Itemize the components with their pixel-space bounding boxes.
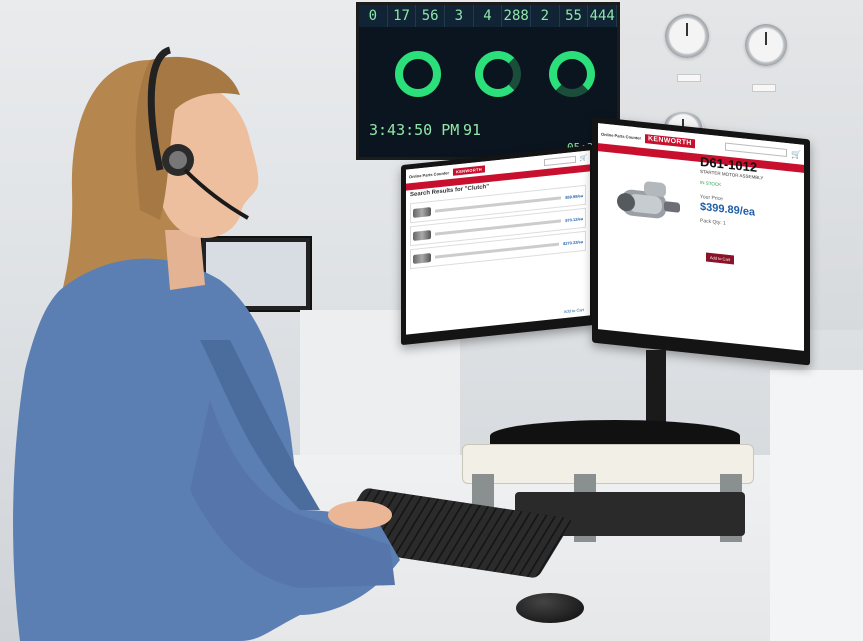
customer-service-agent xyxy=(13,46,401,641)
stock-status: IN STOCK xyxy=(700,179,722,188)
computer-mouse xyxy=(516,593,584,623)
add-to-cart-button[interactable]: Add to Cart xyxy=(564,307,584,314)
brand-logo: KENWORTH xyxy=(645,133,695,148)
dashboard-stats-row: 0 17 56 3 4 288 2 55 444 xyxy=(359,5,617,27)
starter-motor-image xyxy=(617,181,680,219)
wall-clock xyxy=(665,14,709,58)
wall-clock xyxy=(745,24,787,66)
site-name: Online Parts Counter xyxy=(601,130,642,141)
result-price: $59.98/ea xyxy=(565,192,583,200)
add-to-cart-button[interactable]: Add to Cart xyxy=(706,252,734,265)
search-icon[interactable] xyxy=(543,155,576,166)
right-monitor-screen: Online Parts Counter KENWORTH 🛒 D61-1012… xyxy=(598,123,804,351)
dashboard-stat: 288 xyxy=(502,5,532,27)
dashboard-stat: 17 xyxy=(387,5,417,27)
result-price: $70.12/ea xyxy=(565,215,583,223)
cubicle-partition-right xyxy=(770,370,863,641)
dashboard-stat: 56 xyxy=(416,5,446,27)
dashboard-stat: 3 xyxy=(445,5,474,27)
cart-icon[interactable]: 🛒 xyxy=(580,154,587,162)
result-price: $270.32/ea xyxy=(562,238,583,246)
office-photo: 0 17 56 3 4 288 2 55 444 3:43:50 PM 91 0… xyxy=(0,0,863,641)
dashboard-stat: 2 xyxy=(531,5,560,27)
clock-label xyxy=(752,84,776,92)
dashboard-ring-chart xyxy=(475,51,521,97)
pack-qty: Pack Qty: 1 xyxy=(700,217,726,227)
dashboard-stat: 4 xyxy=(473,5,503,27)
right-monitor: Online Parts Counter KENWORTH 🛒 D61-1012… xyxy=(592,116,810,366)
search-icon[interactable] xyxy=(725,142,788,158)
cart-icon[interactable]: 🛒 xyxy=(791,149,801,159)
clock-label xyxy=(677,74,701,82)
price-value: $399.89/ea xyxy=(700,200,756,219)
dashboard-stat: 55 xyxy=(559,5,589,27)
dashboard-stat: 444 xyxy=(588,5,617,27)
dashboard-stat: 0 xyxy=(359,5,388,27)
dashboard-ring-chart xyxy=(549,51,595,97)
